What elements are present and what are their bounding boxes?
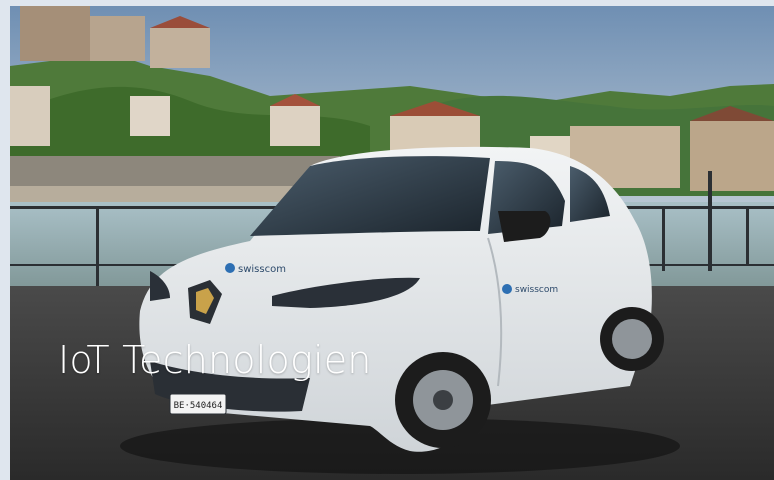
hero-title: IoT Technologien: [58, 338, 372, 382]
hero-banner[interactable]: BE·540464 swisscom swisscom IoT Technolo…: [10, 6, 774, 480]
hero-image: BE·540464 swisscom swisscom: [10, 6, 774, 480]
car-door-logo-text: swisscom: [515, 285, 558, 295]
license-plate-text: BE·540464: [174, 401, 223, 411]
page-frame: BE·540464 swisscom swisscom IoT Technolo…: [0, 0, 774, 480]
car-hood-logo-text: swisscom: [238, 264, 286, 275]
